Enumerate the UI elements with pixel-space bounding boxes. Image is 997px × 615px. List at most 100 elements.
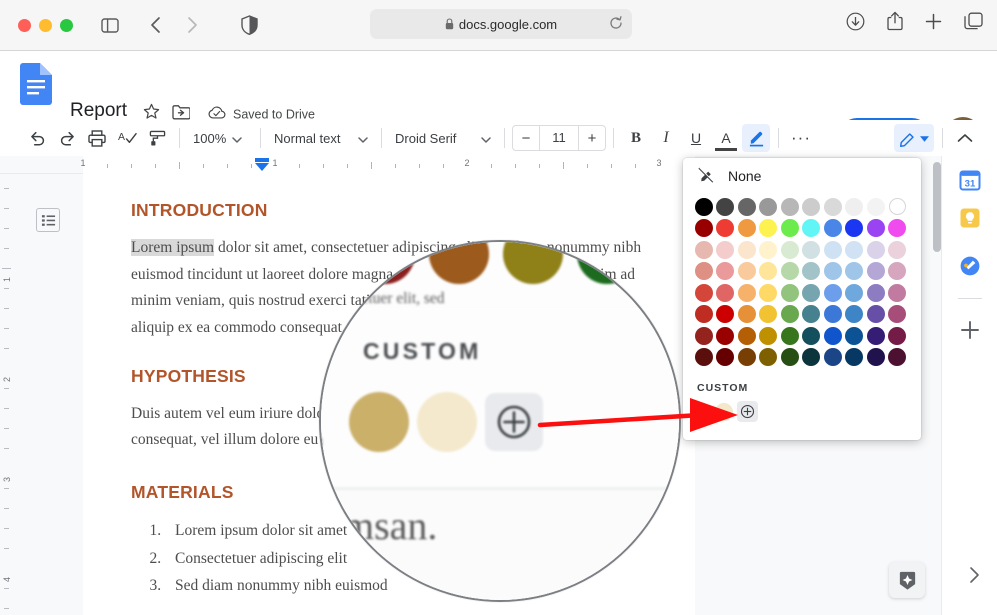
palette-swatch-cell[interactable] xyxy=(779,304,801,326)
palette-swatch[interactable] xyxy=(781,198,799,216)
highlight-color-button[interactable] xyxy=(742,124,770,152)
palette-swatch-cell[interactable] xyxy=(801,196,823,218)
palette-swatch[interactable] xyxy=(738,284,756,302)
palette-swatch-cell[interactable] xyxy=(865,218,887,240)
palette-swatch-cell[interactable] xyxy=(801,261,823,283)
sidebar-toggle-icon[interactable] xyxy=(95,12,125,38)
palette-swatch-cell[interactable] xyxy=(801,239,823,261)
palette-swatch[interactable] xyxy=(867,348,885,366)
palette-swatch[interactable] xyxy=(888,219,906,237)
palette-swatch-cell[interactable] xyxy=(822,261,844,283)
palette-swatch[interactable] xyxy=(824,241,842,259)
palette-swatch[interactable] xyxy=(824,327,842,345)
palette-swatch-cell[interactable] xyxy=(887,196,909,218)
palette-custom-row[interactable] xyxy=(683,394,921,422)
palette-swatch-cell[interactable] xyxy=(758,347,780,369)
palette-swatch-cell[interactable] xyxy=(715,196,737,218)
palette-swatch[interactable] xyxy=(845,219,863,237)
palette-swatch[interactable] xyxy=(802,348,820,366)
palette-swatch-cell[interactable] xyxy=(715,239,737,261)
palette-swatch[interactable] xyxy=(695,348,713,366)
palette-swatch[interactable] xyxy=(824,348,842,366)
palette-swatch-cell[interactable] xyxy=(887,347,909,369)
palette-swatch[interactable] xyxy=(824,219,842,237)
palette-swatch[interactable] xyxy=(738,241,756,259)
tasks-icon[interactable] xyxy=(956,252,984,280)
palette-swatch-cell[interactable] xyxy=(758,196,780,218)
forward-arrow-icon[interactable] xyxy=(177,12,207,38)
add-on-plus-icon[interactable] xyxy=(956,316,984,344)
palette-swatch-cell[interactable] xyxy=(822,239,844,261)
palette-swatch-cell[interactable] xyxy=(779,325,801,347)
palette-swatch[interactable] xyxy=(824,284,842,302)
palette-swatch-cell[interactable] xyxy=(758,218,780,240)
palette-swatch[interactable] xyxy=(695,305,713,323)
palette-swatch[interactable] xyxy=(695,241,713,259)
expand-chevron-icon[interactable] xyxy=(968,566,980,589)
add-custom-color-icon[interactable] xyxy=(737,401,758,422)
share-icon[interactable] xyxy=(887,11,903,36)
add-custom-color-icon[interactable] xyxy=(485,393,543,451)
paint-format-icon[interactable] xyxy=(143,124,171,152)
palette-swatch[interactable] xyxy=(888,305,906,323)
bold-button[interactable]: B xyxy=(622,124,650,152)
palette-swatch-cell[interactable] xyxy=(865,325,887,347)
palette-swatch[interactable] xyxy=(716,241,734,259)
palette-swatch[interactable] xyxy=(889,198,906,215)
palette-swatch[interactable] xyxy=(845,284,863,302)
undo-icon[interactable] xyxy=(23,124,51,152)
palette-swatch-cell[interactable] xyxy=(844,261,866,283)
palette-swatch[interactable] xyxy=(867,262,885,280)
palette-swatch-cell[interactable] xyxy=(779,218,801,240)
palette-swatch-cell[interactable] xyxy=(779,239,801,261)
palette-swatch-cell[interactable] xyxy=(693,325,715,347)
palette-swatch[interactable] xyxy=(845,262,863,280)
palette-swatch[interactable] xyxy=(867,327,885,345)
palette-swatch-cell[interactable] xyxy=(736,218,758,240)
palette-swatch-cell[interactable] xyxy=(715,304,737,326)
palette-swatch-cell[interactable] xyxy=(801,304,823,326)
palette-swatch[interactable] xyxy=(759,198,777,216)
palette-swatch[interactable] xyxy=(781,262,799,280)
palette-swatch[interactable] xyxy=(888,262,906,280)
palette-swatch-cell[interactable] xyxy=(736,282,758,304)
palette-swatch[interactable] xyxy=(802,262,820,280)
palette-swatch-cell[interactable] xyxy=(844,196,866,218)
palette-swatch-cell[interactable] xyxy=(758,239,780,261)
font-size-stepper[interactable]: − 11 + xyxy=(512,125,606,151)
palette-swatch-cell[interactable] xyxy=(865,347,887,369)
custom-color-swatch[interactable] xyxy=(715,403,733,421)
palette-swatch[interactable] xyxy=(845,348,863,366)
palette-swatch-cell[interactable] xyxy=(779,196,801,218)
palette-swatch-cell[interactable] xyxy=(801,282,823,304)
vertical-scrollbar[interactable] xyxy=(933,162,941,252)
palette-swatch[interactable] xyxy=(824,262,842,280)
palette-swatch[interactable] xyxy=(802,327,820,345)
editing-mode-button[interactable] xyxy=(894,124,934,152)
palette-none-option[interactable]: None xyxy=(683,158,921,194)
palette-swatch[interactable] xyxy=(802,241,820,259)
palette-swatch[interactable] xyxy=(802,305,820,323)
reload-icon[interactable] xyxy=(609,16,623,33)
palette-swatch-cell[interactable] xyxy=(822,325,844,347)
palette-swatch[interactable] xyxy=(759,327,777,345)
palette-swatch[interactable] xyxy=(759,305,777,323)
highlight-color-palette[interactable]: None CUSTOM xyxy=(683,158,921,440)
palette-swatch-cell[interactable] xyxy=(736,325,758,347)
palette-swatch-cell[interactable] xyxy=(779,282,801,304)
palette-swatch[interactable] xyxy=(695,327,713,345)
palette-swatch[interactable] xyxy=(759,284,777,302)
palette-swatch[interactable] xyxy=(867,198,885,216)
palette-swatch-cell[interactable] xyxy=(801,347,823,369)
window-controls[interactable] xyxy=(18,19,73,32)
maximize-window-button[interactable] xyxy=(60,19,73,32)
loupe-swatch[interactable] xyxy=(577,240,637,284)
palette-swatch[interactable] xyxy=(888,348,906,366)
palette-swatch-cell[interactable] xyxy=(865,261,887,283)
palette-swatch-cell[interactable] xyxy=(715,218,737,240)
document-outline-icon[interactable] xyxy=(36,208,60,232)
underline-button[interactable]: U xyxy=(682,124,710,152)
palette-swatch-cell[interactable] xyxy=(887,325,909,347)
palette-swatch[interactable] xyxy=(716,327,734,345)
palette-swatch-cell[interactable] xyxy=(736,347,758,369)
